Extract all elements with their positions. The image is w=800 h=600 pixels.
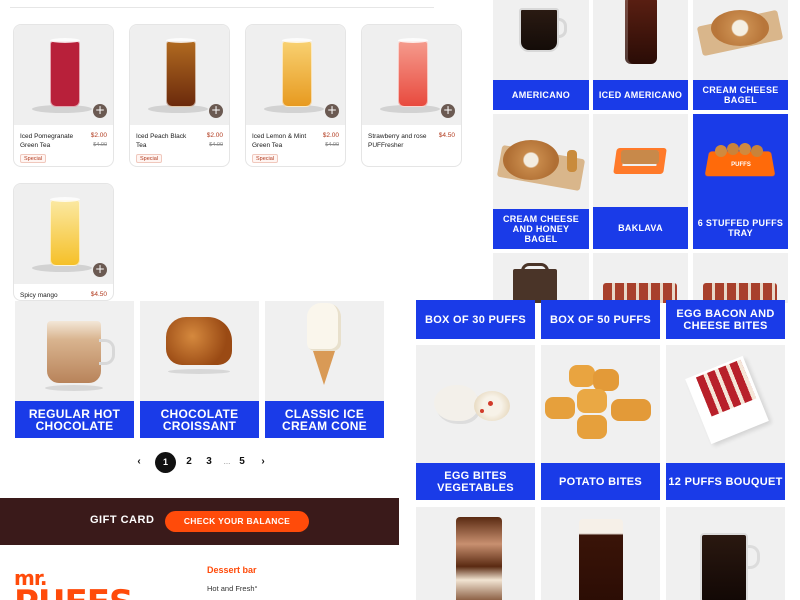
check-balance-button[interactable]: CHECK YOUR BALANCE bbox=[165, 511, 309, 532]
product-card[interactable]: + Strawberry and rose PUFFresher $4.50 bbox=[361, 24, 462, 167]
pagination-next[interactable]: › bbox=[257, 456, 269, 467]
product-tile[interactable]: AMERICANO bbox=[493, 0, 589, 110]
product-name: Iced Lemon & Mint Green Tea bbox=[252, 133, 307, 149]
pagination-page[interactable]: 3 bbox=[203, 456, 215, 467]
product-old-price: $4.00 bbox=[325, 142, 339, 148]
product-tile-image[interactable] bbox=[416, 507, 535, 600]
product-name: Iced Pomegranate Green Tea bbox=[20, 133, 74, 149]
product-name: Iced Peach Black Tea bbox=[136, 133, 187, 149]
product-card[interactable]: + Iced Pomegranate Green Tea $2.00 $4.00… bbox=[13, 24, 114, 167]
product-tile[interactable]: CREAM CHEESE AND HONEY BAGEL bbox=[493, 114, 589, 249]
pagination-page[interactable]: 2 bbox=[183, 456, 195, 467]
product-tile-label: CREAM CHEESE AND HONEY BAGEL bbox=[493, 209, 589, 249]
product-price: $4.50 bbox=[438, 132, 455, 139]
product-tile-label: ICED AMERICANO bbox=[593, 80, 688, 110]
product-tile[interactable]: CLASSIC ICE CREAM CONE bbox=[265, 301, 384, 438]
product-tile-label: AMERICANO bbox=[493, 80, 589, 110]
product-tile-label: BOX OF 50 PUFFS bbox=[541, 300, 660, 339]
special-badge: Special bbox=[252, 154, 279, 163]
product-tile[interactable]: 12 PUFFS BOUQUET bbox=[666, 345, 785, 500]
product-tile-label: EGG BACON AND CHEESE BITES bbox=[666, 300, 785, 339]
product-card[interactable]: + Iced Lemon & Mint Green Tea $2.00 $4.0… bbox=[245, 24, 346, 167]
add-to-cart-button[interactable]: + bbox=[93, 104, 107, 118]
add-to-cart-button[interactable]: + bbox=[209, 104, 223, 118]
product-tile-image[interactable] bbox=[541, 507, 660, 600]
product-tile[interactable]: CREAM CHEESE BAGEL bbox=[693, 0, 788, 110]
product-tile[interactable]: PUFFS 6 STUFFED PUFFS TRAY bbox=[693, 114, 788, 249]
product-tile-label: BAKLAVA bbox=[593, 207, 688, 249]
product-tile-image[interactable] bbox=[693, 253, 788, 303]
product-tile[interactable]: REGULAR HOT CHOCOLATE bbox=[15, 301, 134, 438]
product-tile[interactable]: EGG BITES VEGETABLES bbox=[416, 345, 535, 500]
pagination-ellipsis: ... bbox=[223, 457, 231, 466]
product-tile-label: 12 PUFFS BOUQUET bbox=[666, 463, 785, 500]
pagination-page-current[interactable]: 1 bbox=[155, 452, 176, 473]
product-tile-label: 6 STUFFED PUFFS TRAY bbox=[693, 207, 788, 249]
product-tile-image[interactable] bbox=[593, 253, 688, 303]
pagination-page[interactable]: 5 bbox=[236, 456, 248, 467]
product-tile-label: CLASSIC ICE CREAM CONE bbox=[265, 401, 384, 438]
product-tile-label: EGG BITES VEGETABLES bbox=[416, 463, 535, 500]
product-price: $2.00 bbox=[322, 132, 339, 139]
brand-logo-bottom: PUFFS bbox=[14, 586, 133, 600]
gift-card-banner: GIFT CARD CHECK YOUR BALANCE bbox=[0, 498, 399, 545]
brand-logo[interactable]: mr. PUFFS bbox=[14, 568, 133, 600]
product-tile[interactable]: CHOCOLATE CROISSANT bbox=[140, 301, 259, 438]
pagination-prev[interactable]: ‹ bbox=[133, 456, 145, 467]
add-to-cart-button[interactable]: + bbox=[93, 263, 107, 277]
gift-card-title: GIFT CARD bbox=[90, 514, 155, 526]
footer-text: Hot and Fresh° bbox=[207, 584, 258, 593]
divider bbox=[10, 7, 434, 8]
special-badge: Special bbox=[136, 154, 163, 163]
product-old-price: $4.00 bbox=[209, 142, 223, 148]
product-tile-label: CHOCOLATE CROISSANT bbox=[140, 401, 259, 438]
product-tile-label: CREAM CHEESE BAGEL bbox=[693, 80, 788, 110]
product-tile-image[interactable] bbox=[666, 507, 785, 600]
puffs-tray-brand: PUFFS bbox=[731, 162, 751, 168]
footer-heading: Dessert bar bbox=[207, 565, 257, 575]
product-tile-image[interactable] bbox=[493, 253, 589, 303]
product-tile-label: REGULAR HOT CHOCOLATE bbox=[15, 401, 134, 438]
product-price: $4.50 bbox=[90, 291, 107, 298]
product-tile-label: BOX OF 30 PUFFS bbox=[416, 300, 535, 339]
product-card[interactable]: + Iced Peach Black Tea $2.00 $4.00 Speci… bbox=[129, 24, 230, 167]
product-price: $2.00 bbox=[90, 132, 107, 139]
product-tile[interactable]: EGG BACON AND CHEESE BITES bbox=[666, 300, 785, 339]
product-old-price: $4.00 bbox=[93, 142, 107, 148]
add-to-cart-button[interactable]: + bbox=[325, 104, 339, 118]
product-card[interactable]: + Spicy mango $4.50 bbox=[13, 183, 114, 301]
product-tile[interactable]: ICED AMERICANO bbox=[593, 0, 688, 110]
product-tile-label: POTATO BITES bbox=[541, 463, 660, 500]
product-name: Spicy mango bbox=[20, 292, 58, 299]
product-tile[interactable]: BOX OF 50 PUFFS bbox=[541, 300, 660, 339]
product-name: Strawberry and rose PUFFresher bbox=[368, 133, 427, 149]
product-tile[interactable]: POTATO BITES bbox=[541, 345, 660, 500]
add-to-cart-button[interactable]: + bbox=[441, 104, 455, 118]
product-price: $2.00 bbox=[206, 132, 223, 139]
product-tile[interactable]: BAKLAVA bbox=[593, 114, 688, 249]
product-tile[interactable]: BOX OF 30 PUFFS bbox=[416, 300, 535, 339]
menu-page: + Iced Pomegranate Green Tea $2.00 $4.00… bbox=[0, 0, 800, 600]
special-badge: Special bbox=[20, 154, 47, 163]
